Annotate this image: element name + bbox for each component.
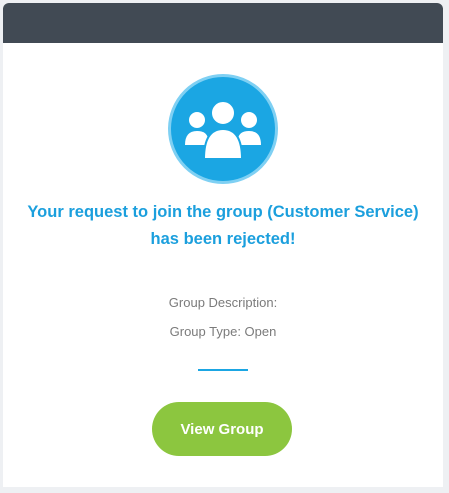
card-header: [3, 3, 443, 43]
notification-card: Your request to join the group (Customer…: [3, 3, 443, 487]
group-type-label: Group Type: Open: [169, 324, 277, 339]
users-icon: [185, 100, 261, 160]
notification-title: Your request to join the group (Customer…: [3, 199, 443, 253]
divider: [198, 369, 248, 371]
title-line-2: has been rejected!: [150, 230, 296, 248]
view-group-button[interactable]: View Group: [152, 402, 292, 456]
group-description-label: Group Description:: [168, 295, 278, 310]
title-line-1: Your request to join the group (Customer…: [27, 203, 419, 221]
group-icon: [168, 74, 278, 184]
